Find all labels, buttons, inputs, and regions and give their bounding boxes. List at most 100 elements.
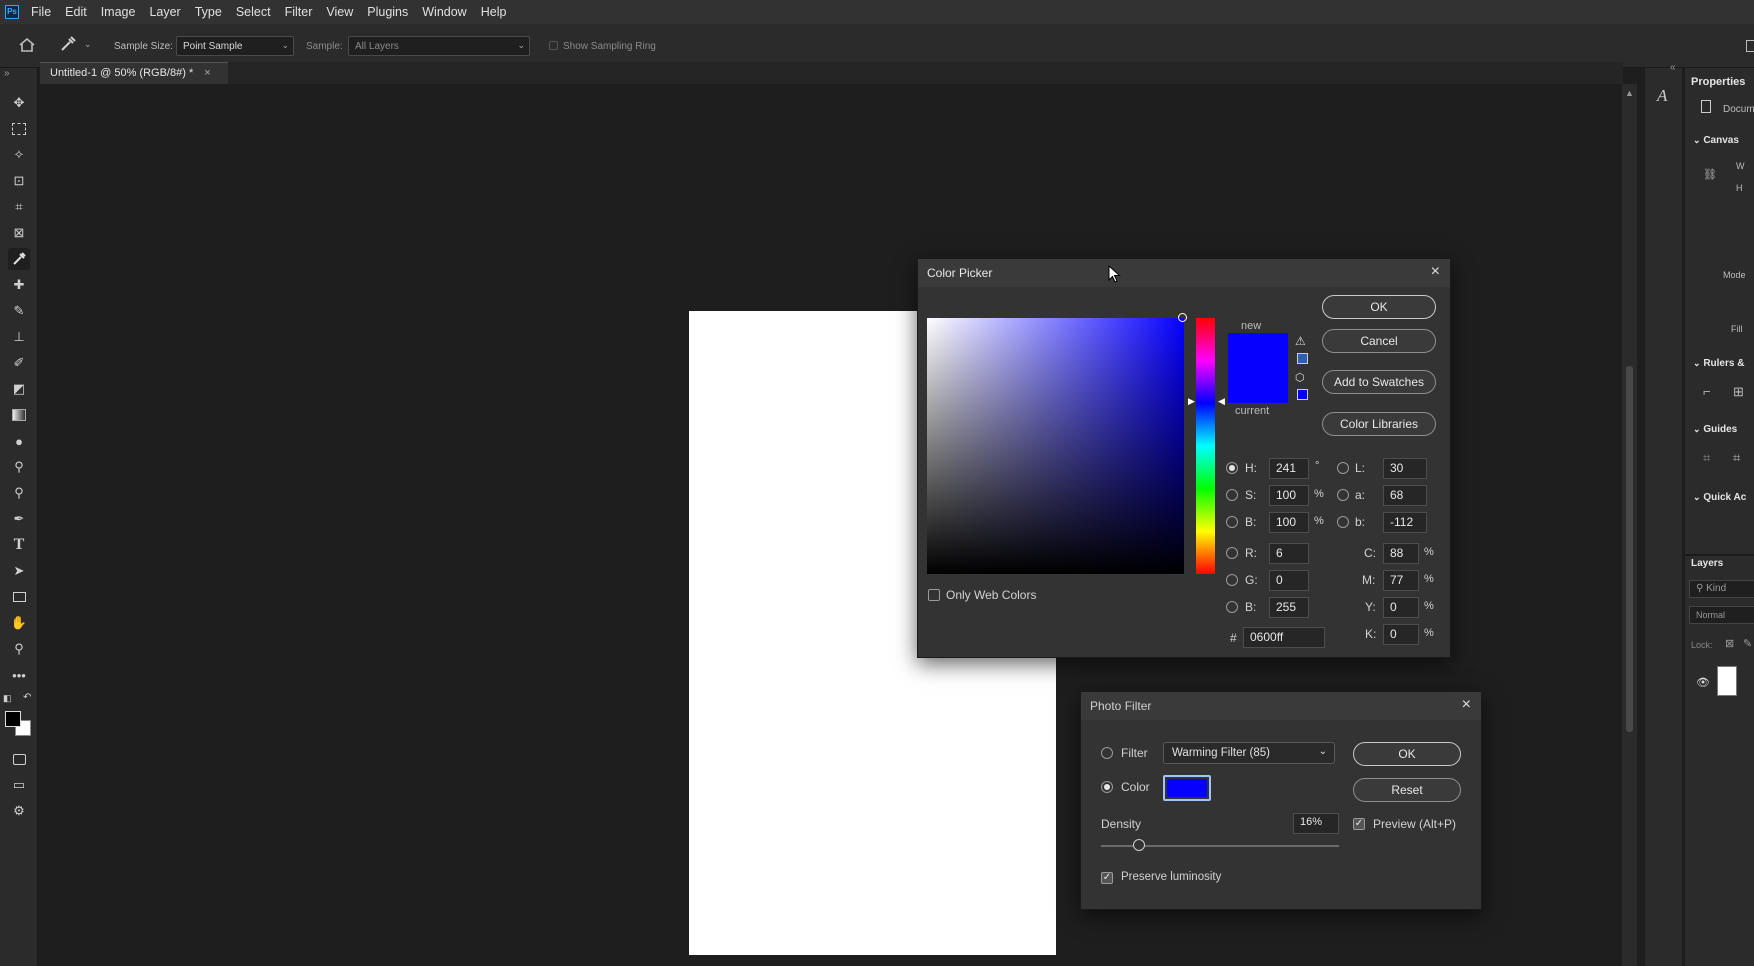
home-icon[interactable] xyxy=(18,36,36,54)
link-icon[interactable]: ⛓ xyxy=(1703,168,1717,181)
canvas-section-header[interactable]: ⌄ Canvas xyxy=(1693,135,1739,146)
magenta-field[interactable]: 77 xyxy=(1383,570,1419,591)
density-field[interactable]: 16% xyxy=(1293,813,1339,834)
scrollbar-thumb[interactable] xyxy=(1626,366,1633,732)
color-swatch-button[interactable] xyxy=(1163,775,1211,801)
red-radio[interactable] xyxy=(1226,547,1238,559)
ruler-icon[interactable]: ⌐ xyxy=(1703,384,1711,399)
clone-stamp-tool-icon[interactable]: ⊥ xyxy=(8,326,30,348)
blue-field[interactable]: 255 xyxy=(1269,597,1309,618)
guides-section-header[interactable]: ⌄ Guides xyxy=(1693,424,1737,435)
dodge-tool-icon[interactable]: ⚲ xyxy=(8,456,30,478)
lock-transparency-icon[interactable]: ⊠ xyxy=(1725,637,1734,650)
gradient-tool-icon[interactable] xyxy=(8,404,30,426)
brightness-field[interactable]: 100 xyxy=(1269,512,1309,533)
path-selection-tool-icon[interactable]: ➤ xyxy=(8,560,30,582)
density-slider-thumb[interactable] xyxy=(1133,839,1146,851)
scroll-up-icon[interactable]: ▲ xyxy=(1625,88,1634,98)
close-icon[interactable]: × xyxy=(1462,696,1471,714)
add-to-swatches-button[interactable]: Add to Swatches xyxy=(1322,370,1436,394)
blend-mode-select[interactable]: Normal xyxy=(1689,606,1754,624)
filter-select[interactable]: Warming Filter (85) ⌄ xyxy=(1163,742,1335,764)
lock-paint-icon[interactable]: ✎ xyxy=(1743,637,1752,650)
ok-button[interactable]: OK xyxy=(1353,742,1461,766)
filter-radio[interactable] xyxy=(1101,747,1113,759)
hue-slider-right-arrow-icon[interactable]: ◀ xyxy=(1218,396,1225,407)
healing-brush-tool-icon[interactable]: ✚ xyxy=(8,274,30,296)
web-safe-cube-icon[interactable]: ⬡ xyxy=(1295,371,1305,384)
gamut-color-swatch[interactable] xyxy=(1297,353,1308,364)
lab-l-radio[interactable] xyxy=(1337,462,1349,474)
menu-view[interactable]: View xyxy=(319,0,360,24)
close-icon[interactable]: × xyxy=(1431,263,1440,281)
hand-tool-icon[interactable]: ✋ xyxy=(8,612,30,634)
eyedropper-tool-icon[interactable] xyxy=(8,248,30,270)
zoom-tool-icon[interactable]: ⚲ xyxy=(8,638,30,660)
lab-a-radio[interactable] xyxy=(1337,489,1349,501)
quick-actions-header[interactable]: ⌄ Quick Ac xyxy=(1693,492,1746,503)
eyedropper-tool-preset-icon[interactable] xyxy=(58,34,78,54)
layer-kind-filter[interactable]: ⚲ Kind xyxy=(1689,580,1754,598)
sponge-tool-icon[interactable]: ⚲ xyxy=(8,482,30,504)
menu-file[interactable]: File xyxy=(24,0,58,24)
swap-colors-icon[interactable]: ↶ xyxy=(23,692,31,703)
menu-layer[interactable]: Layer xyxy=(142,0,187,24)
eraser-tool-icon[interactable]: ◩ xyxy=(8,378,30,400)
color-radio[interactable] xyxy=(1101,781,1113,793)
out-of-gamut-warning-icon[interactable]: ⚠ xyxy=(1295,334,1306,348)
hue-radio[interactable] xyxy=(1226,462,1238,474)
menu-edit[interactable]: Edit xyxy=(58,0,94,24)
menu-image[interactable]: Image xyxy=(94,0,143,24)
ok-button[interactable]: OK xyxy=(1322,295,1436,319)
chevron-down-icon[interactable]: ⌄ xyxy=(84,39,92,50)
collapse-arrows-icon[interactable]: » xyxy=(4,68,10,79)
menu-select[interactable]: Select xyxy=(229,0,278,24)
brush-tool-icon[interactable]: ✎ xyxy=(8,300,30,322)
vertical-scrollbar[interactable]: ▲ xyxy=(1622,84,1637,966)
menu-type[interactable]: Type xyxy=(188,0,229,24)
green-radio[interactable] xyxy=(1226,574,1238,586)
menu-plugins[interactable]: Plugins xyxy=(360,0,415,24)
hue-slider[interactable] xyxy=(1196,318,1215,574)
properties-tab[interactable]: Properties xyxy=(1691,76,1745,88)
default-colors-icon[interactable]: ◧ xyxy=(3,693,12,704)
preserve-luminosity-checkbox[interactable]: ✓ xyxy=(1101,872,1113,884)
red-field[interactable]: 6 xyxy=(1269,543,1309,564)
color-picker-titlebar[interactable]: Color Picker × xyxy=(918,259,1450,287)
lab-a-field[interactable]: 68 xyxy=(1383,485,1427,506)
menu-window[interactable]: Window xyxy=(415,0,473,24)
menu-help[interactable]: Help xyxy=(474,0,514,24)
frame-tool-icon[interactable]: ⊠ xyxy=(8,222,30,244)
hue-field[interactable]: 241 xyxy=(1269,458,1309,479)
grid-icon[interactable]: ⊞ xyxy=(1733,384,1744,400)
foreground-color-swatch[interactable] xyxy=(5,711,21,727)
saturation-field[interactable]: 100 xyxy=(1269,485,1309,506)
saturation-radio[interactable] xyxy=(1226,489,1238,501)
show-sampling-ring-checkbox[interactable] xyxy=(549,41,558,50)
cancel-button[interactable]: Cancel xyxy=(1322,329,1436,353)
panel-toggle-icon[interactable] xyxy=(1746,40,1754,52)
cyan-field[interactable]: 88 xyxy=(1383,543,1419,564)
only-web-colors-checkbox[interactable] xyxy=(928,589,940,601)
lab-l-field[interactable]: 30 xyxy=(1383,458,1427,479)
sample-select[interactable]: All Layers ⌄ xyxy=(348,36,530,56)
menu-filter[interactable]: Filter xyxy=(278,0,320,24)
blue-radio[interactable] xyxy=(1226,601,1238,613)
screen-mode-icon[interactable]: ▭ xyxy=(8,774,30,796)
more-tools-icon[interactable]: ••• xyxy=(8,664,30,686)
pen-tool-icon[interactable]: ✒ xyxy=(8,508,30,530)
web-safe-color-swatch[interactable] xyxy=(1297,389,1308,400)
hue-slider-left-arrow-icon[interactable]: ▶ xyxy=(1188,396,1195,407)
edit-toolbar-icon[interactable]: ⚙ xyxy=(8,800,30,822)
object-selection-tool-icon[interactable]: ✧ xyxy=(8,144,30,166)
green-field[interactable]: 0 xyxy=(1269,570,1309,591)
collapse-arrows-icon[interactable]: « xyxy=(1670,62,1676,73)
black-field[interactable]: 0 xyxy=(1383,624,1419,645)
color-field[interactable] xyxy=(927,318,1184,574)
hex-field[interactable]: 0600ff xyxy=(1243,627,1325,648)
lab-b-field[interactable]: -112 xyxy=(1383,512,1427,533)
layers-tab[interactable]: Layers xyxy=(1691,558,1723,569)
eye-icon[interactable]: 👁 xyxy=(1696,676,1710,689)
quick-mask-icon[interactable] xyxy=(8,748,30,770)
history-brush-tool-icon[interactable]: ✐ xyxy=(8,352,30,374)
